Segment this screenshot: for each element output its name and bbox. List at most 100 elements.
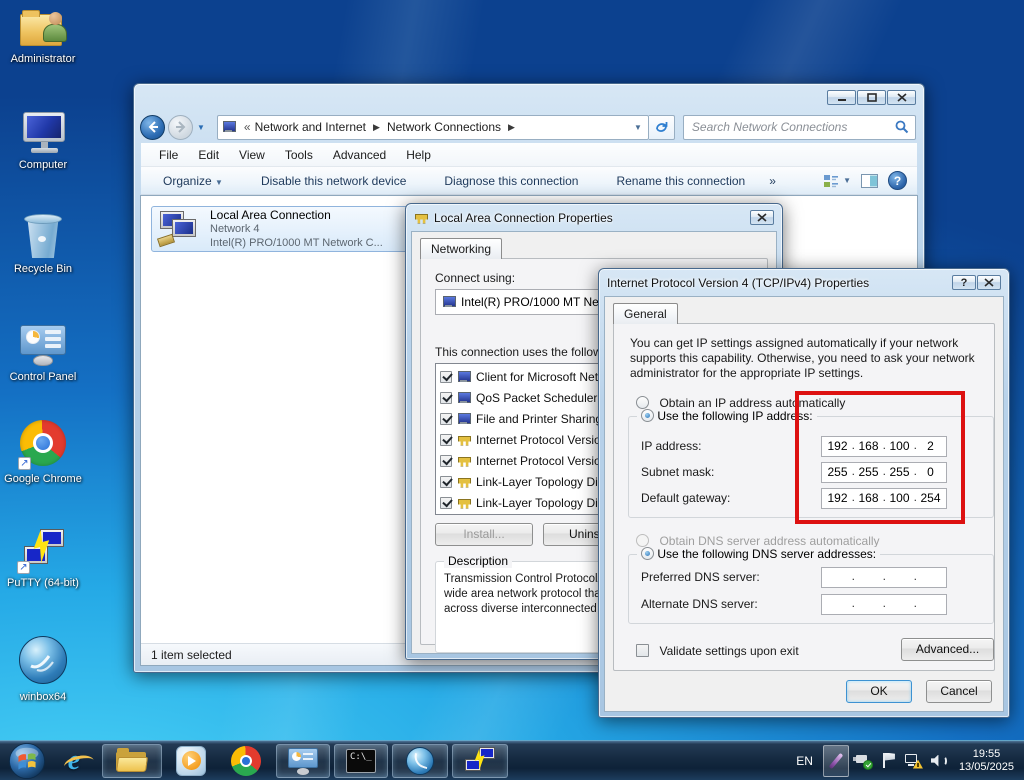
radio-selected-icon[interactable]: [641, 409, 654, 422]
pen-icon: [829, 752, 844, 768]
minimize-button[interactable]: [827, 90, 856, 105]
radio-use-ip[interactable]: Use the following IP address:: [637, 409, 817, 423]
help-button[interactable]: ?: [888, 171, 907, 190]
protocol-icon: [457, 476, 471, 488]
checkbox-checked[interactable]: [440, 497, 452, 509]
refresh-button[interactable]: [649, 115, 675, 140]
back-button[interactable]: [140, 115, 165, 140]
taskbar-internet-explorer[interactable]: e: [50, 744, 98, 778]
preferred-dns-field[interactable]: [821, 567, 947, 588]
maximize-button[interactable]: [857, 90, 886, 105]
taskbar-putty[interactable]: [452, 744, 508, 778]
desktop-icon-computer[interactable]: Computer: [0, 110, 86, 172]
tab-general[interactable]: General: [613, 303, 678, 324]
taskbar-winbox[interactable]: [392, 744, 448, 778]
checkbox-checked[interactable]: [440, 434, 452, 446]
taskbar-command-prompt[interactable]: C:\_: [334, 744, 388, 778]
menu-advanced[interactable]: Advanced: [323, 145, 396, 165]
subnet-mask-field[interactable]: 2552552550: [821, 462, 947, 483]
menu-edit[interactable]: Edit: [188, 145, 229, 165]
address-dropdown-icon[interactable]: ▼: [634, 123, 644, 132]
search-input[interactable]: [684, 120, 895, 134]
radio-use-dns[interactable]: Use the following DNS server addresses:: [637, 547, 880, 561]
checkbox-checked[interactable]: [440, 371, 452, 383]
advanced-button[interactable]: Advanced...: [901, 638, 994, 661]
close-icon[interactable]: [977, 275, 1001, 290]
views-dropdown-icon: ▼: [843, 176, 851, 185]
start-button[interactable]: [8, 742, 46, 780]
adapter-icon: [442, 296, 456, 308]
checkbox-checked[interactable]: [440, 455, 452, 467]
menu-tools[interactable]: Tools: [275, 145, 323, 165]
network-connection-icon: [158, 209, 202, 249]
taskbar-control-panel[interactable]: [276, 744, 330, 778]
close-icon[interactable]: [750, 210, 774, 225]
tab-networking[interactable]: Networking: [420, 238, 502, 259]
desktop-icon-google-chrome[interactable]: ↗ Google Chrome: [0, 420, 86, 486]
breadcrumb-network-connections[interactable]: Network Connections: [387, 120, 501, 134]
local-area-connection-item[interactable]: Local Area Connection Network 4 Intel(R)…: [151, 206, 411, 252]
more-commands-chevron[interactable]: »: [757, 170, 788, 192]
taskbar-clock[interactable]: 19:55 13/05/2025: [959, 748, 1014, 774]
volume-tray-icon[interactable]: [930, 752, 948, 770]
checkbox-unchecked[interactable]: [636, 644, 649, 657]
radio-unselected-icon[interactable]: [636, 396, 649, 409]
radio-selected-icon[interactable]: [641, 547, 654, 560]
search-box[interactable]: [683, 115, 916, 140]
desktop-icon-recycle-bin[interactable]: Recycle Bin: [0, 210, 86, 276]
ipv4-dialog-title: Internet Protocol Version 4 (TCP/IPv4) P…: [607, 276, 869, 290]
desktop-icon-putty[interactable]: ↗ PuTTY (64-bit): [0, 528, 86, 590]
cancel-button[interactable]: Cancel: [926, 680, 992, 703]
taskbar-media-player[interactable]: [166, 744, 216, 778]
validate-checkbox-row[interactable]: Validate settings upon exit: [636, 642, 799, 660]
search-icon[interactable]: [895, 120, 909, 134]
action-center-flag-icon[interactable]: [880, 752, 898, 770]
breadcrumb-arrow-icon[interactable]: ▶: [366, 122, 387, 133]
breadcrumb-network-and-internet[interactable]: Network and Internet: [255, 120, 366, 134]
subnet-mask-label: Subnet mask:: [641, 465, 714, 479]
address-location-icon: [222, 121, 236, 133]
network-warning-tray-icon[interactable]: [905, 752, 923, 770]
ipv4-dialog-titlebar[interactable]: Internet Protocol Version 4 (TCP/IPv4) P…: [599, 269, 1009, 296]
address-bar[interactable]: « Network and Internet ▶ Network Connect…: [217, 115, 649, 140]
preview-pane-icon[interactable]: [861, 174, 878, 188]
connect-using-label: Connect using:: [435, 271, 515, 285]
recycle-bin-icon: [20, 210, 66, 260]
recent-pages-chevron[interactable]: ▼: [197, 123, 205, 132]
menu-view[interactable]: View: [229, 145, 275, 165]
menu-help[interactable]: Help: [396, 145, 441, 165]
alternate-dns-field[interactable]: [821, 594, 947, 615]
ip-address-field[interactable]: 1921681002: [821, 436, 947, 457]
explorer-titlebar[interactable]: [134, 84, 924, 111]
organize-dropdown-icon: ▼: [215, 178, 223, 187]
checkbox-checked[interactable]: [440, 392, 452, 404]
ok-button[interactable]: OK: [846, 680, 912, 703]
rename-connection-button[interactable]: Rename this connection: [604, 170, 757, 192]
winbox-icon: [17, 636, 69, 688]
diagnose-connection-button[interactable]: Diagnose this connection: [432, 170, 590, 192]
taskbar-chrome[interactable]: [220, 744, 272, 778]
desktop-icon-administrator[interactable]: Administrator: [0, 6, 86, 66]
desktop-icon-label: Google Chrome: [0, 473, 86, 486]
language-indicator[interactable]: EN: [796, 754, 813, 768]
lac-dialog-titlebar[interactable]: Local Area Connection Properties: [406, 204, 782, 231]
breadcrumb-prefix: «: [240, 120, 255, 134]
views-button[interactable]: ▼: [823, 174, 851, 188]
desktop-icon-winbox64[interactable]: winbox64: [0, 636, 86, 704]
usb-device-tray-icon[interactable]: [855, 752, 873, 770]
taskbar-windows-explorer[interactable]: [102, 744, 162, 778]
menu-file[interactable]: File: [149, 145, 188, 165]
checkbox-checked[interactable]: [440, 413, 452, 425]
close-button[interactable]: [887, 90, 916, 105]
breadcrumb-arrow-icon[interactable]: ▶: [501, 122, 522, 133]
pen-input-tray-button[interactable]: [823, 745, 849, 777]
install-button[interactable]: Install...: [435, 523, 533, 546]
checkbox-checked[interactable]: [440, 476, 452, 488]
disable-device-button[interactable]: Disable this network device: [249, 170, 418, 192]
default-gateway-field[interactable]: 192168100254: [821, 488, 947, 509]
desktop-icon-control-panel[interactable]: Control Panel: [0, 322, 86, 384]
help-icon[interactable]: ?: [952, 275, 976, 290]
forward-button[interactable]: [168, 115, 193, 140]
organize-button[interactable]: Organize ▼: [151, 170, 235, 192]
connection-network: Network 4: [210, 222, 383, 236]
